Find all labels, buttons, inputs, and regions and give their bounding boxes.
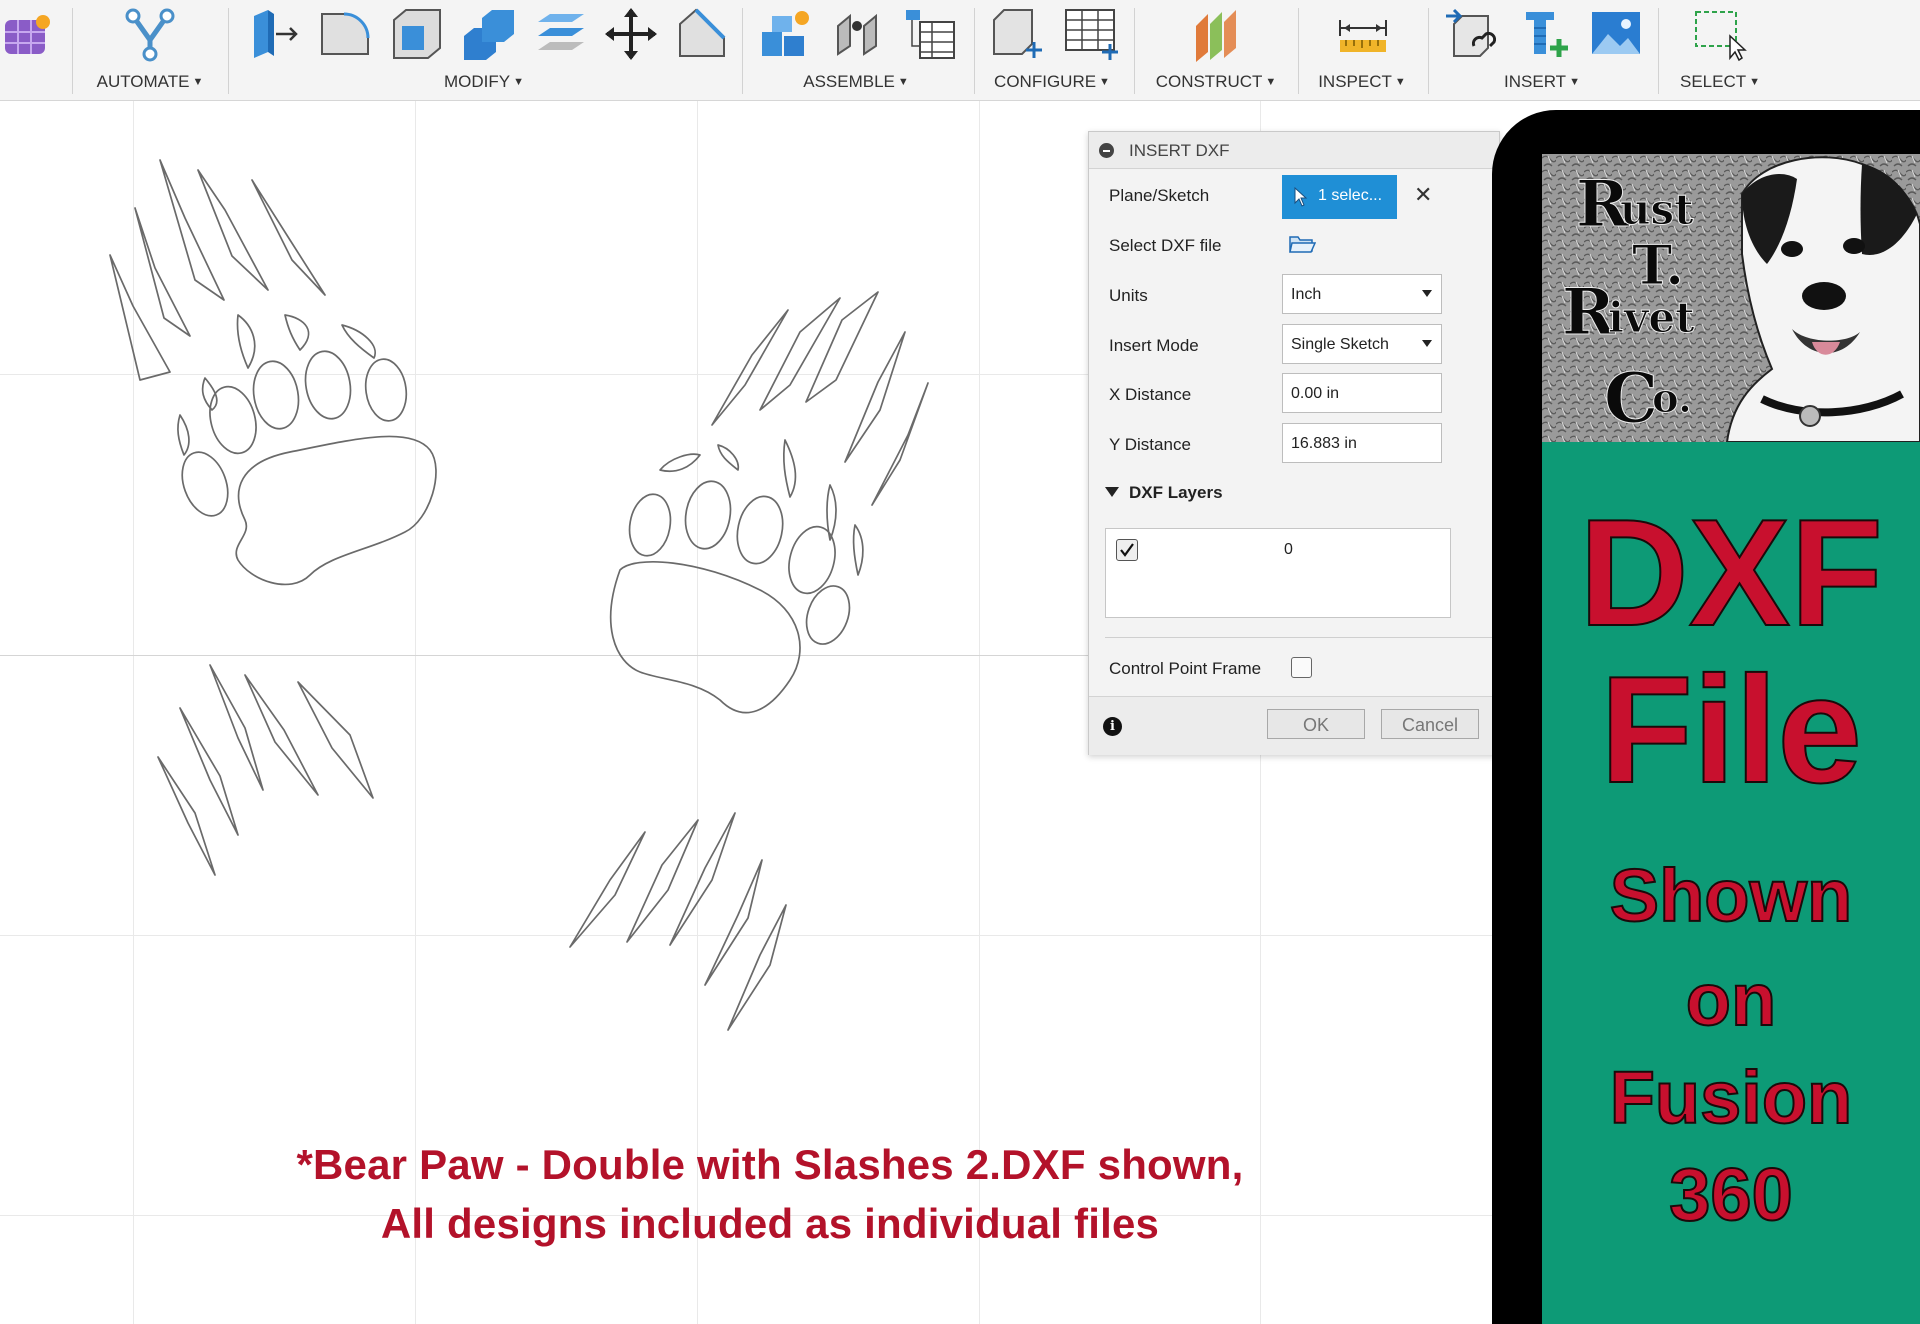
dog-portrait bbox=[1725, 156, 1920, 442]
control-point-frame-checkbox[interactable] bbox=[1291, 657, 1312, 678]
ok-button[interactable]: OK bbox=[1267, 709, 1365, 739]
y-distance-value: 16.883 in bbox=[1291, 435, 1357, 452]
info-icon[interactable]: i bbox=[1103, 717, 1122, 736]
dxf-layers-list: 0 bbox=[1105, 528, 1451, 618]
svg-text:ust: ust bbox=[1620, 185, 1694, 234]
checkmark-icon bbox=[1120, 543, 1134, 557]
triangle-down-icon bbox=[1105, 487, 1119, 497]
layer-name: 0 bbox=[1284, 541, 1293, 558]
promo-line: Shown bbox=[1609, 853, 1854, 938]
units-select[interactable]: Inch bbox=[1282, 274, 1442, 314]
svg-text:C: C bbox=[1604, 359, 1658, 439]
insert-mode-select[interactable]: Single Sketch bbox=[1282, 324, 1442, 364]
insert-dxf-dialog: INSERT DXF Plane/Sketch 1 selec... ✕ Sel… bbox=[1088, 131, 1500, 755]
chevron-down-icon bbox=[1422, 290, 1432, 297]
promo-line: on bbox=[1685, 957, 1777, 1042]
caption-line: *Bear Paw - Double with Slashes 2.DXF sh… bbox=[296, 1141, 1244, 1188]
y-distance-input[interactable]: 16.883 in bbox=[1282, 423, 1442, 463]
toolbar-group-select[interactable]: SELECT ▼ bbox=[1680, 72, 1760, 92]
promo-heading-dxf: DXF bbox=[1578, 488, 1884, 658]
insert-mode-label: Insert Mode bbox=[1109, 336, 1199, 355]
x-distance-label: X Distance bbox=[1109, 385, 1192, 404]
x-distance-value: 0.00 in bbox=[1291, 385, 1340, 402]
insert-image-icon[interactable] bbox=[1588, 6, 1646, 62]
paw-print bbox=[109, 159, 437, 586]
chevron-down-icon: ▼ bbox=[1749, 76, 1761, 88]
control-point-frame-label: Control Point Frame bbox=[1109, 659, 1262, 678]
caption: *Bear Paw - Double with Slashes 2.DXF sh… bbox=[180, 1135, 1360, 1253]
divider bbox=[1105, 637, 1493, 638]
svg-text:o.: o. bbox=[1652, 375, 1692, 422]
chevron-down-icon: ▼ bbox=[1569, 76, 1580, 88]
plane-sketch-label: Plane/Sketch bbox=[1109, 186, 1210, 205]
plane-sketch-selection-button[interactable]: 1 selec... bbox=[1282, 175, 1397, 219]
insert-mode-value: Single Sketch bbox=[1291, 336, 1389, 353]
dxf-layers-section-toggle[interactable]: DXF Layers bbox=[1105, 483, 1223, 503]
promo-line: 360 bbox=[1668, 1152, 1793, 1237]
cursor-arrow-icon bbox=[1294, 187, 1308, 207]
dialog-header[interactable]: INSERT DXF bbox=[1089, 132, 1499, 169]
cancel-button[interactable]: Cancel bbox=[1381, 709, 1479, 739]
y-distance-label: Y Distance bbox=[1109, 435, 1191, 454]
select-icon[interactable] bbox=[1690, 6, 1748, 62]
screenshot: AUTOMATE ▼ MODIFY ▼ ASSEMBLE ▼ CONFIGURE… bbox=[0, 0, 1920, 1324]
paw-print bbox=[609, 291, 929, 714]
layer-checkbox[interactable] bbox=[1116, 539, 1138, 561]
folder-open-icon[interactable] bbox=[1288, 233, 1316, 255]
dialog-footer: i OK Cancel bbox=[1089, 696, 1499, 755]
promo-line: Fusion bbox=[1609, 1055, 1854, 1140]
x-distance-input[interactable]: 0.00 in bbox=[1282, 373, 1442, 413]
claw-slashes bbox=[157, 664, 374, 876]
selection-value: 1 selec... bbox=[1318, 187, 1383, 204]
units-label: Units bbox=[1109, 286, 1148, 305]
claw-slashes bbox=[569, 812, 787, 1031]
caption-line: All designs included as individual files bbox=[380, 1200, 1160, 1247]
insert-mcmaster-icon[interactable] bbox=[1516, 6, 1574, 62]
toolbar-group-insert[interactable]: INSERT ▼ bbox=[1504, 72, 1580, 92]
select-dxf-file-label: Select DXF file bbox=[1109, 236, 1222, 255]
svg-text:T.: T. bbox=[1632, 233, 1684, 297]
promo-heading-file: File bbox=[1599, 645, 1863, 815]
clear-selection-icon[interactable]: ✕ bbox=[1414, 182, 1432, 208]
svg-text:ivet: ivet bbox=[1608, 293, 1695, 342]
chevron-down-icon bbox=[1422, 340, 1432, 347]
units-value: Inch bbox=[1291, 286, 1322, 303]
dxf-layers-title: DXF Layers bbox=[1129, 483, 1223, 502]
collapse-icon[interactable] bbox=[1099, 143, 1114, 158]
dialog-title: INSERT DXF bbox=[1129, 141, 1230, 160]
rust-t-rivet-logo: R ust T. R ivet C o. bbox=[1542, 154, 1920, 442]
